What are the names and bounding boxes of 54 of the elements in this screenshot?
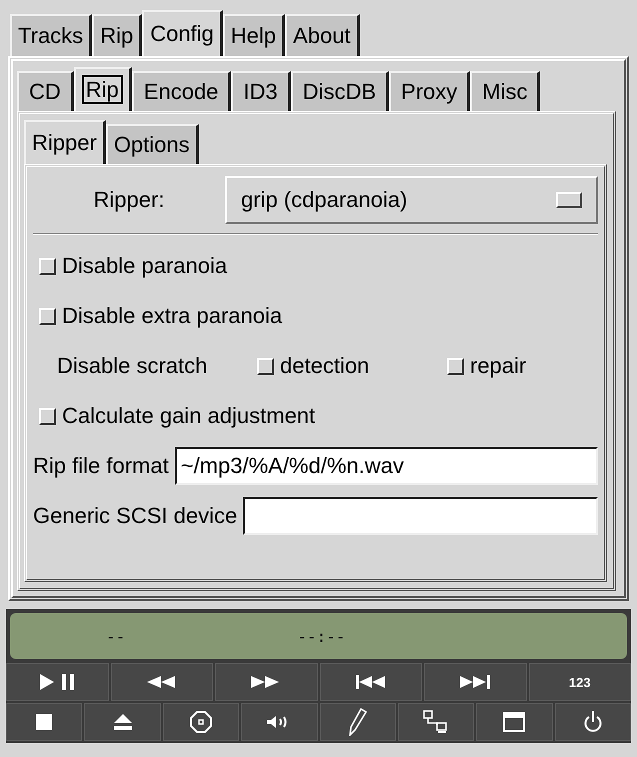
next-track-icon: [460, 675, 490, 689]
player-button[interactable]: [320, 703, 396, 741]
network-icon: [423, 710, 450, 734]
player-button[interactable]: [215, 663, 318, 701]
player-button[interactable]: [554, 703, 631, 741]
checkbox[interactable]: Calculate gain adjustment: [39, 403, 316, 429]
player-button[interactable]: [241, 703, 318, 741]
checkbox[interactable]: detection: [257, 353, 447, 379]
power-icon: [582, 711, 603, 733]
tab[interactable]: Tracks: [10, 14, 92, 56]
tab[interactable]: Rip: [92, 14, 142, 56]
stop-icon: [36, 714, 52, 730]
play-pause-icon: [38, 673, 76, 691]
field-label: Generic SCSI device: [33, 503, 238, 529]
checkbox[interactable]: repair: [447, 353, 526, 379]
player-button[interactable]: [320, 663, 422, 701]
tab[interactable]: Rip: [74, 67, 132, 111]
checkbox[interactable]: Disable paranoia: [39, 253, 228, 279]
player-button[interactable]: [110, 663, 213, 701]
ripper-dropdown[interactable]: grip (cdparanoia): [225, 176, 598, 224]
fast-forward-icon: [251, 676, 282, 688]
player-button[interactable]: [84, 703, 161, 741]
tab[interactable]: Proxy: [389, 71, 470, 111]
dropdown-indicator-icon: [556, 192, 582, 208]
eject-icon: [114, 714, 132, 730]
field-label: Rip file format: [33, 453, 169, 479]
track-number: --: [106, 626, 126, 646]
player-button[interactable]: [162, 703, 240, 741]
tab[interactable]: About: [285, 14, 360, 56]
ripper-label: Ripper:: [92, 187, 166, 213]
input-field[interactable]: ~/mp3/%A/%d/%n.wav: [174, 447, 598, 485]
tab[interactable]: CD: [17, 71, 74, 111]
input-field[interactable]: [243, 497, 598, 535]
tab[interactable]: Help: [222, 14, 286, 56]
player-button[interactable]: [6, 663, 108, 701]
tab[interactable]: Config: [142, 10, 223, 56]
previous-track-icon: [356, 675, 386, 689]
tab[interactable]: DiscDB: [290, 71, 390, 111]
player-button[interactable]: [476, 703, 553, 741]
player-button[interactable]: [398, 703, 474, 741]
tab[interactable]: Options: [106, 124, 199, 164]
track-time: --:--: [297, 626, 346, 646]
option-label: Disable scratch: [57, 353, 208, 379]
tab[interactable]: Ripper: [24, 120, 106, 164]
tab[interactable]: ID3: [231, 71, 291, 111]
rewind-icon: [146, 676, 177, 688]
window-icon: [503, 712, 526, 732]
tab[interactable]: Misc: [470, 71, 540, 111]
checkbox[interactable]: Disable extra paranoia: [39, 303, 282, 329]
pencil-icon: [348, 708, 367, 736]
tab[interactable]: Encode: [132, 71, 232, 111]
player-button[interactable]: [6, 703, 82, 741]
track-number-button[interactable]: 123: [528, 663, 631, 701]
player-button[interactable]: [424, 663, 526, 701]
